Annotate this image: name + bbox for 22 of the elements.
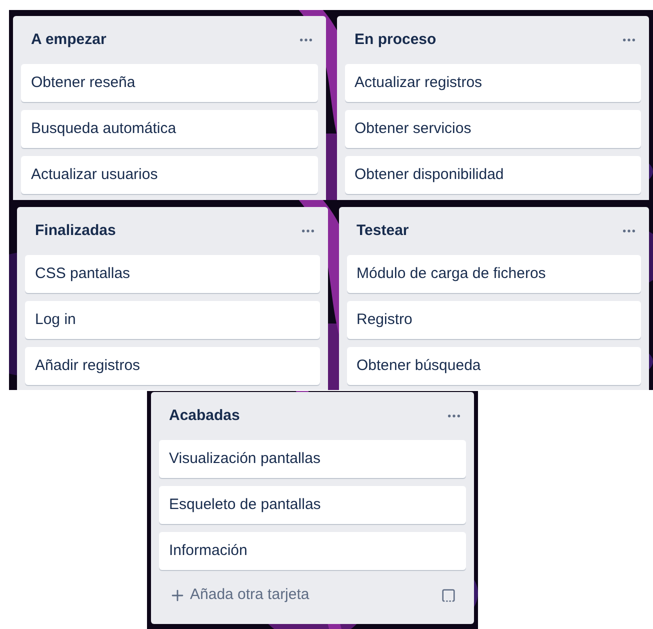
task-card[interactable]: Añadir registros: [25, 347, 320, 385]
list-title: Testear: [356, 220, 409, 241]
task-card[interactable]: Visualización pantallas: [159, 440, 466, 478]
task-card[interactable]: Actualizar registros: [344, 64, 641, 102]
task-card[interactable]: Actualizar usuarios: [21, 156, 318, 194]
task-card[interactable]: Módulo de carga de ficheros: [346, 255, 641, 293]
task-card[interactable]: Obtener disponibilidad: [344, 156, 641, 194]
list-title: A empezar: [31, 30, 106, 50]
task-card[interactable]: Registro: [346, 301, 641, 339]
task-card[interactable]: CSS pantallas: [25, 255, 320, 293]
list-title: Acabadas: [169, 406, 240, 426]
task-card[interactable]: Log in: [25, 301, 320, 339]
task-card[interactable]: Obtener servicios: [344, 110, 641, 148]
template-icon[interactable]: [441, 588, 456, 602]
task-card[interactable]: Busqueda automática: [21, 110, 318, 148]
task-card[interactable]: Esqueleto de pantallas: [159, 486, 466, 524]
task-card[interactable]: Información: [159, 532, 466, 570]
list-title: Finalizadas: [35, 220, 116, 241]
add-card-button[interactable]: Añada otra tarjeta: [169, 584, 310, 606]
list-title: En proceso: [354, 30, 436, 50]
task-card[interactable]: Obtener reseña: [21, 64, 318, 102]
task-card[interactable]: Obtener búsqueda: [346, 347, 641, 385]
